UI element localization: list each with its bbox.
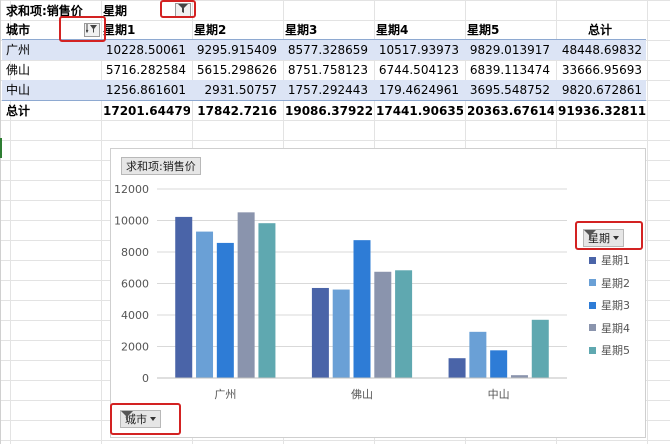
table-row: 中山 1256.861601 2931.50757 1757.292443 17… (2, 80, 646, 100)
bar (258, 223, 276, 378)
table-cell: 10517.93973 (378, 43, 459, 57)
bar (175, 216, 193, 378)
x-tick-label: 广州 (214, 388, 236, 401)
chart-legend: 星期1 星期2 星期3 星期4 星期5 (589, 249, 630, 362)
bar (353, 240, 371, 378)
table-cell: 3695.548752 (469, 83, 550, 97)
bar (374, 271, 392, 378)
bar (311, 287, 329, 378)
legend-item[interactable]: 星期2 (589, 272, 630, 295)
legend-label: 星期1 (601, 254, 630, 268)
table-cell: 33666.95693 (561, 63, 642, 77)
highlight-axis-field (110, 403, 181, 435)
active-row-marker (0, 138, 2, 158)
column-header: 星期3 (281, 20, 372, 40)
pivot-title-row: 求和项:销售价 星期 (2, 0, 302, 20)
bar (395, 270, 413, 378)
legend-item[interactable]: 星期4 (589, 317, 630, 340)
total-cell: 19086.37922 (281, 100, 372, 120)
sheet-left-border (0, 0, 1, 444)
legend-label: 星期2 (601, 276, 630, 290)
table-cell: 9820.672861 (561, 83, 642, 97)
highlight-legend-field (575, 221, 643, 250)
column-header: 星期4 (372, 20, 463, 40)
legend-item[interactable]: 星期3 (589, 294, 630, 317)
legend-label: 星期4 (601, 321, 630, 335)
table-cell: 2931.50757 (204, 83, 277, 97)
y-tick-label: 0 (142, 372, 149, 385)
table-cell: 5615.298626 (196, 63, 277, 77)
table-cell: 9295.915409 (196, 43, 277, 57)
total-cell: 17842.7216 (190, 100, 281, 120)
highlight-column-filter (160, 0, 196, 18)
table-cell: 5716.282584 (105, 63, 186, 77)
table-cell: 48448.69832 (561, 43, 642, 57)
legend-swatch (589, 301, 596, 309)
row-city: 广州 (6, 43, 31, 57)
total-row: 总计 17201.64479 17842.7216 19086.37922 17… (2, 100, 646, 120)
bar (531, 319, 549, 378)
y-tick-label: 8000 (121, 246, 149, 259)
row-city: 佛山 (6, 63, 31, 77)
total-cell: 17441.90635 (372, 100, 463, 120)
table-cell: 8751.758123 (287, 63, 368, 77)
legend-item[interactable]: 星期1 (589, 249, 630, 272)
bar (490, 350, 508, 378)
legend-swatch (589, 346, 596, 354)
y-tick-label: 10000 (114, 215, 149, 228)
legend-label: 星期5 (601, 344, 630, 358)
table-cell: 6839.113474 (469, 63, 550, 77)
total-label: 总计 (2, 100, 99, 120)
x-tick-label: 中山 (488, 388, 510, 401)
highlight-row-filter (59, 16, 106, 42)
y-tick-label: 2000 (121, 341, 149, 354)
pivot-chart[interactable]: 求和项:销售价 0 2000 4000 6000 8000 10000 12000 广州 佛山中… (110, 148, 646, 438)
column-header: 星期2 (190, 20, 281, 40)
y-tick-label: 4000 (121, 309, 149, 322)
table-cell: 9829.013917 (469, 43, 550, 57)
table-row: 佛山 5716.282584 5615.298626 8751.758123 6… (2, 60, 646, 80)
legend-label: 星期3 (601, 299, 630, 313)
bar (216, 242, 234, 378)
total-cell: 17201.64479 (99, 100, 190, 120)
legend-swatch (589, 324, 596, 332)
x-tick-label: 佛山 (351, 388, 373, 401)
table-cell: 8577.328659 (287, 43, 368, 57)
column-header: 星期5 (463, 20, 554, 40)
bar (332, 289, 350, 378)
row-city: 中山 (6, 83, 31, 97)
table-cell: 179.4624961 (378, 83, 459, 97)
y-tick-label: 6000 (121, 278, 149, 291)
bar (237, 212, 255, 378)
table-cell: 10228.50061 (105, 43, 186, 57)
bar (448, 358, 466, 378)
legend-swatch (589, 279, 596, 287)
table-row: 广州 10228.50061 9295.915409 8577.328659 1… (2, 40, 646, 60)
column-header-total: 总计 (554, 20, 646, 40)
total-cell: 91936.32811 (554, 100, 646, 120)
table-cell: 6744.504123 (378, 63, 459, 77)
table-cell: 1757.292443 (287, 83, 368, 97)
bar (469, 331, 487, 378)
bar (196, 231, 214, 378)
table-cell: 1256.861601 (105, 83, 186, 97)
column-header: 星期1 (99, 20, 190, 40)
legend-swatch (589, 256, 596, 264)
total-cell: 20363.67614 (463, 100, 554, 120)
legend-item[interactable]: 星期5 (589, 339, 630, 362)
chart-plot: 0 2000 4000 6000 8000 10000 12000 广州 佛山 中山 (114, 183, 567, 401)
y-tick-label: 12000 (114, 183, 149, 196)
